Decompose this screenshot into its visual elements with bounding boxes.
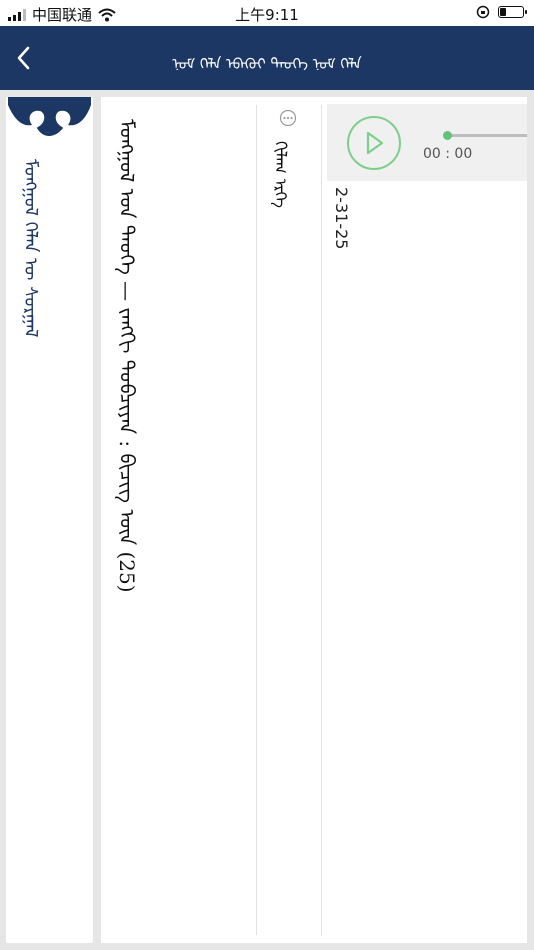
- status-time: 上午9:11: [235, 6, 299, 24]
- article-date: 2-31-25: [332, 187, 351, 250]
- cloud-ornament-icon: [8, 97, 91, 136]
- column-divider: [256, 105, 257, 935]
- battery-icon: [498, 6, 527, 18]
- author-name: ᠬᠢᠯᠠᠭ ᠡᠷᠬᠡ: [271, 141, 290, 208]
- title-column: ᠮᠣᠩᠭᠣᠯ ᠤᠨ ᠲᠡᠦᠬᠡ — ᠵᠠᠩᠭᠢ ᠲᠣᠪᠴᠢᠶᠠᠨ : ᠪᠢᠴᠢᠭ…: [109, 105, 255, 941]
- rotation-lock-icon: [476, 5, 490, 19]
- status-right: [476, 5, 527, 19]
- play-button[interactable]: [347, 116, 401, 170]
- article-panel: ᠮᠣᠩᠭᠣᠯ ᠤᠨ ᠲᠡᠦᠬᠡ — ᠵᠠᠩᠭᠢ ᠲᠣᠪᠴᠢᠶᠠᠨ : ᠪᠢᠴᠢᠭ…: [101, 97, 527, 943]
- chevron-left-icon: [17, 46, 30, 70]
- audio-player: 00 : 00: [327, 104, 527, 181]
- status-bar: 中国联通 上午9:11: [0, 0, 534, 26]
- audio-time: 00 : 00: [423, 146, 473, 162]
- article-title: ᠮᠣᠩᠭᠣᠯ ᠤᠨ ᠲᠡᠦᠬᠡ — ᠵᠠᠩᠭᠢ ᠲᠣᠪᠴᠢᠶᠠᠨ : ᠪᠢᠴᠢᠭ…: [115, 119, 139, 593]
- side-menu-panel[interactable]: ᠮᠣᠩᠭᠣᠯ ᠬᠡᠯᠡᠨ ᠦ ᠰᠤᠷᠭᠠᠯ: [6, 97, 93, 943]
- nav-header: ᠨᠤᠮ ᠬᠡᠯᠡ ᠡᠪᠡᠬᠦᠢ ᠲᠡᠦᠬᠡ ᠨᠤᠮ ᠬᠡᠯᠡ: [0, 26, 534, 90]
- back-button[interactable]: [8, 40, 44, 76]
- more-dots-icon[interactable]: [279, 109, 297, 127]
- audio-progress-track[interactable]: [447, 134, 527, 137]
- side-menu-label[interactable]: ᠮᠣᠩᠭᠣᠯ ᠬᠡᠯᠡᠨ ᠦ ᠰᠤᠷᠭᠠᠯ: [19, 159, 50, 337]
- column-divider: [321, 105, 322, 935]
- page-title: ᠨᠤᠮ ᠬᠡᠯᠡ ᠡᠪᠡᠬᠦᠢ ᠲᠡᠦᠬᠡ ᠨᠤᠮ ᠬᠡᠯᠡ: [172, 55, 362, 70]
- audio-progress-knob[interactable]: [443, 131, 452, 140]
- play-icon: [366, 131, 384, 155]
